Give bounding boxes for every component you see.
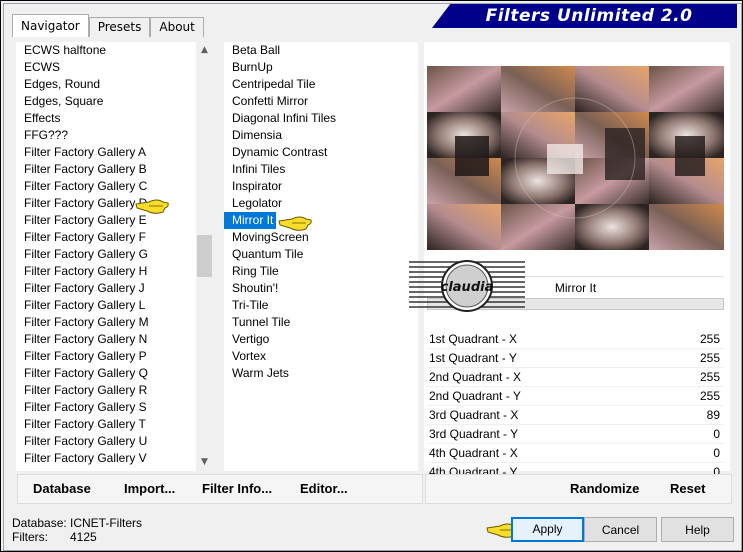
window-title: Filters Unlimited 2.0 — [485, 6, 693, 26]
filter-item[interactable]: Shoutin'! — [224, 280, 418, 297]
category-item[interactable]: ECWS — [16, 59, 196, 76]
status-area: Database: ICNET-Filters Filters: 4125 — [12, 516, 142, 544]
pointing-hand-icon — [135, 199, 169, 214]
randomize-button[interactable]: Randomize — [570, 475, 639, 503]
filter-item[interactable]: MovingScreen — [224, 229, 418, 246]
database-toolbar: Database Import... Filter Info... Editor… — [17, 474, 423, 504]
param-value[interactable]: 255 — [700, 330, 720, 348]
param-label: 4th Quadrant - X — [429, 446, 518, 460]
param-toolbar: Randomize Reset — [425, 474, 732, 504]
param-label: 3rd Quadrant - Y — [429, 427, 519, 441]
param-label: 3rd Quadrant - X — [429, 408, 519, 422]
cancel-button[interactable]: Cancel — [584, 517, 657, 542]
filters-count: 4125 — [70, 530, 97, 544]
category-item[interactable]: Effects — [16, 110, 196, 127]
scroll-thumb[interactable] — [197, 235, 212, 277]
filter-item[interactable]: Centripedal Tile — [224, 76, 418, 93]
category-item[interactable]: Filter Factory Gallery S — [16, 399, 196, 416]
param-row[interactable]: 4th Quadrant - X 0 — [427, 444, 724, 463]
param-value[interactable]: 89 — [707, 406, 720, 424]
category-item[interactable]: Filter Factory Gallery F — [16, 229, 196, 246]
category-item[interactable]: Filter Factory Gallery E — [16, 212, 196, 229]
filter-item[interactable]: Warm Jets — [224, 365, 418, 382]
category-item[interactable]: Filter Factory Gallery L — [16, 297, 196, 314]
filter-item[interactable]: Diagonal Infini Tiles — [224, 110, 418, 127]
tab-navigator[interactable]: Navigator — [12, 14, 89, 37]
filter-info-button[interactable]: Filter Info... — [202, 475, 272, 503]
param-value[interactable]: 255 — [700, 368, 720, 386]
filter-item[interactable]: Tunnel Tile — [224, 314, 418, 331]
param-row[interactable]: 1st Quadrant - Y 255 — [427, 349, 724, 368]
category-item[interactable]: Filter Factory Gallery B — [16, 161, 196, 178]
filter-item[interactable]: Dynamic Contrast — [224, 144, 418, 161]
filter-item[interactable]: Dimensia — [224, 127, 418, 144]
param-label: 1st Quadrant - Y — [429, 351, 517, 365]
param-value[interactable]: 0 — [713, 444, 720, 462]
param-value[interactable]: 0 — [713, 425, 720, 443]
category-item[interactable]: Filter Factory Gallery T — [16, 416, 196, 433]
scroll-down-icon[interactable]: ▼ — [196, 454, 213, 471]
filter-item[interactable]: Beta Ball — [224, 42, 418, 59]
category-item[interactable]: ECWS halftone — [16, 42, 196, 59]
filter-item[interactable]: Confetti Mirror — [224, 93, 418, 110]
filter-item[interactable]: Quantum Tile — [224, 246, 418, 263]
watermark-text: claudia — [441, 280, 494, 295]
filters-label: Filters: — [12, 530, 48, 544]
help-button[interactable]: Help — [661, 517, 734, 542]
param-row[interactable]: 2nd Quadrant - Y 255 — [427, 387, 724, 406]
category-item[interactable]: Filter Factory Gallery V — [16, 450, 196, 467]
category-item[interactable]: Filter Factory Gallery Q — [16, 365, 196, 382]
database-value: ICNET-Filters — [70, 516, 142, 530]
pointing-hand-icon — [278, 216, 312, 231]
filter-item[interactable]: Legolator — [224, 195, 418, 212]
category-item[interactable]: Filter Factory Gallery M — [16, 314, 196, 331]
database-button[interactable]: Database — [33, 475, 91, 503]
filter-item[interactable]: BurnUp — [224, 59, 418, 76]
category-item[interactable]: Filter Factory Gallery G — [16, 246, 196, 263]
category-item[interactable]: FFG??? — [16, 127, 196, 144]
category-list[interactable]: ECWS halftone ECWS Edges, Round Edges, Squa… — [16, 42, 196, 471]
category-item[interactable]: Filter Factory Gallery D — [16, 195, 196, 212]
category-item[interactable]: Edges, Round — [16, 76, 196, 93]
import-button[interactable]: Import... — [124, 475, 175, 503]
category-item[interactable]: Filter Factory Gallery N — [16, 331, 196, 348]
parameter-list: 1st Quadrant - X 255 1st Quadrant - Y 255 2n… — [427, 330, 724, 482]
claudia-watermark: claudia — [409, 260, 525, 312]
filter-item[interactable]: Mirror It — [224, 212, 277, 229]
filter-item[interactable]: Tri-Tile — [224, 297, 418, 314]
filter-item[interactable]: Vertigo — [224, 331, 418, 348]
filter-item[interactable]: Infini Tiles — [224, 161, 418, 178]
param-row[interactable]: 2nd Quadrant - X 255 — [427, 368, 724, 387]
param-row[interactable]: 3rd Quadrant - X 89 — [427, 406, 724, 425]
category-item[interactable]: Filter Factory Gallery C — [16, 178, 196, 195]
param-value[interactable]: 255 — [700, 349, 720, 367]
category-item[interactable]: Filter Factory Gallery R — [16, 382, 196, 399]
param-row[interactable]: 3rd Quadrant - Y 0 — [427, 425, 724, 444]
category-item[interactable]: Filter Factory Gallery P — [16, 348, 196, 365]
editor-button[interactable]: Editor... — [300, 475, 348, 503]
database-label: Database: — [12, 516, 67, 530]
category-item[interactable]: Edges, Square — [16, 93, 196, 110]
param-label: 2nd Quadrant - Y — [429, 389, 521, 403]
apply-button[interactable]: Apply — [511, 517, 584, 542]
param-value[interactable]: 255 — [700, 387, 720, 405]
category-item[interactable]: Filter Factory Gallery J — [16, 280, 196, 297]
category-item[interactable]: Filter Factory Gallery U — [16, 433, 196, 450]
filter-item[interactable]: Ring Tile — [224, 263, 418, 280]
filter-list[interactable]: Beta Ball BurnUp Centripedal Tile Confetti … — [224, 42, 418, 471]
tab-about[interactable]: About — [150, 17, 204, 37]
category-item[interactable]: Filter Factory Gallery H — [16, 263, 196, 280]
filter-item[interactable]: Inspirator — [224, 178, 418, 195]
param-label: 1st Quadrant - X — [429, 332, 518, 346]
category-scrollbar[interactable]: ▲ ▼ — [196, 42, 213, 471]
reset-button[interactable]: Reset — [670, 475, 705, 503]
tab-strip: Navigator Presets About — [12, 14, 204, 37]
category-item[interactable]: Filter Factory Gallery A — [16, 144, 196, 161]
tab-presets[interactable]: Presets — [88, 17, 151, 37]
filter-item[interactable]: Vortex — [224, 348, 418, 365]
param-row[interactable]: 1st Quadrant - X 255 — [427, 330, 724, 349]
param-label: 2nd Quadrant - X — [429, 370, 522, 384]
scroll-up-icon[interactable]: ▲ — [196, 42, 213, 59]
preview-image — [427, 66, 724, 250]
